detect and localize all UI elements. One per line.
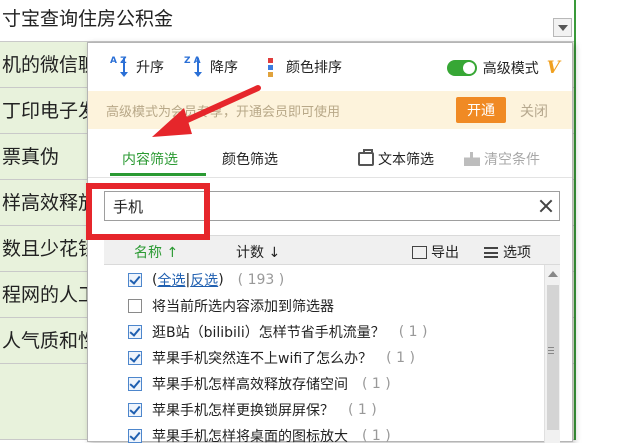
checkbox[interactable] xyxy=(128,403,142,417)
list-item-label: 逛B站（bilibili）怎样节省手机流量？ xyxy=(152,325,385,341)
advanced-mode-label: 高级模式 xyxy=(482,61,539,77)
sort-descending-button[interactable]: Z A 降序 xyxy=(184,55,238,79)
filter-dropdown-button[interactable] xyxy=(553,18,572,37)
checkbox[interactable] xyxy=(128,351,142,365)
list-item-label: 苹果手机怎样将桌面的图标放大 xyxy=(152,429,348,443)
item-count: ( 1 ) xyxy=(386,350,415,366)
color-sort-icon xyxy=(260,56,282,78)
vip-icon: V xyxy=(546,58,560,78)
sort-ascending-label: 升序 xyxy=(136,60,164,76)
list-item-label: 苹果手机怎样更换锁屏屏保？ xyxy=(152,403,334,419)
sort-descending-label: 降序 xyxy=(210,60,238,76)
select-all-close-paren: ) xyxy=(218,272,224,288)
text-filter-label: 文本筛选 xyxy=(378,152,434,168)
invert-selection-link[interactable]: 反选 xyxy=(190,270,218,290)
sort-by-color-label: 颜色排序 xyxy=(286,60,342,76)
list-item-label: 将当前所选内容添加到筛选器 xyxy=(152,299,334,315)
sort-by-count-header[interactable]: 计数 ↓ xyxy=(236,242,280,262)
list-item-add-to-filter[interactable]: 将当前所选内容添加到筛选器 xyxy=(104,293,544,319)
filter-popup: A Z 升序 Z A 降序 颜色排序 高级模式 V 高级模式为会员专享，开通会员… xyxy=(87,42,573,443)
tab-divider xyxy=(88,177,572,178)
export-button[interactable]: 导出 xyxy=(412,242,459,262)
checkbox[interactable] xyxy=(128,429,142,443)
close-promo-link[interactable]: 关闭 xyxy=(520,101,548,121)
close-icon[interactable] xyxy=(533,193,559,219)
scroll-up-icon[interactable] xyxy=(548,271,558,277)
list-scrollbar[interactable] xyxy=(544,265,560,443)
active-tab-indicator xyxy=(110,173,206,176)
list-item-label: 苹果手机突然连不上wifi了怎么办？ xyxy=(152,351,373,367)
clear-conditions-label: 清空条件 xyxy=(484,152,540,168)
scrollbar-thumb[interactable] xyxy=(547,285,559,430)
selected-column-border xyxy=(574,0,576,440)
item-count: ( 1 ) xyxy=(348,402,377,418)
item-count: ( 1 ) xyxy=(398,324,428,340)
list-item[interactable]: 苹果手机怎样将桌面的图标放大 ( 1 ) xyxy=(104,423,544,443)
broom-icon xyxy=(464,152,480,166)
scroll-grip-icon xyxy=(548,347,554,354)
sort-ascending-button[interactable]: A Z 升序 xyxy=(110,55,164,79)
sort-toolbar: A Z 升序 Z A 降序 颜色排序 高级模式 V xyxy=(88,43,572,91)
export-label: 导出 xyxy=(431,245,459,261)
item-count: ( 193 ) xyxy=(237,272,285,288)
list-item-label: 苹果手机怎样高效释放存储空间 xyxy=(152,377,348,393)
list-item[interactable]: 苹果手机突然连不上wifi了怎么办？ ( 1 ) xyxy=(104,345,544,371)
sort-by-name-header[interactable]: 名称 ↑ xyxy=(134,242,178,262)
sort-by-color-button[interactable]: 颜色排序 xyxy=(260,55,342,79)
advanced-mode: 高级模式 V xyxy=(446,57,560,79)
text-filter-button[interactable]: 文本筛选 xyxy=(358,149,434,169)
checkbox[interactable] xyxy=(128,273,142,287)
item-count: ( 1 ) xyxy=(362,428,391,443)
list-item[interactable]: 逛B站（bilibili）怎样节省手机流量？ ( 1 ) xyxy=(104,319,544,345)
sheet-cell[interactable]: 寸宝查询住房公积金 xyxy=(0,0,574,42)
select-all-link[interactable]: 全选 xyxy=(157,270,185,290)
options-button[interactable]: 选项 xyxy=(484,242,531,262)
export-icon xyxy=(412,245,427,259)
filter-value-list: ( 全选 | 反选 ) ( 193 ) 将当前所选内容添加到筛选器 逛B站（bi… xyxy=(104,265,560,443)
list-item[interactable]: 苹果手机怎样更换锁屏屏保？ ( 1 ) xyxy=(104,397,544,423)
checkbox[interactable] xyxy=(128,299,142,313)
sort-desc-icon: Z A xyxy=(184,56,206,78)
list-item-select-all[interactable]: ( 全选 | 反选 ) ( 193 ) xyxy=(104,267,544,293)
vip-promo-banner: 高级模式为会员专享，开通会员即可使用 开通 关闭 xyxy=(88,91,572,129)
open-membership-button[interactable]: 开通 xyxy=(456,97,506,123)
tab-content-filter[interactable]: 内容筛选 xyxy=(122,149,178,175)
annotation-highlight-box xyxy=(86,183,210,240)
promo-text: 高级模式为会员专享，开通会员即可使用 xyxy=(106,104,341,120)
checkbox[interactable] xyxy=(128,325,142,339)
list-item[interactable]: 苹果手机怎样高效释放存储空间 ( 1 ) xyxy=(104,371,544,397)
options-label: 选项 xyxy=(503,245,531,261)
checkbox[interactable] xyxy=(128,377,142,391)
tab-color-filter[interactable]: 颜色筛选 xyxy=(222,149,278,175)
advanced-mode-toggle[interactable] xyxy=(446,60,477,76)
item-count: ( 1 ) xyxy=(362,376,391,392)
options-icon xyxy=(484,246,498,258)
toolbox-icon xyxy=(358,149,374,166)
sort-asc-icon: A Z xyxy=(110,56,132,78)
clear-conditions-button[interactable]: 清空条件 xyxy=(464,149,540,169)
